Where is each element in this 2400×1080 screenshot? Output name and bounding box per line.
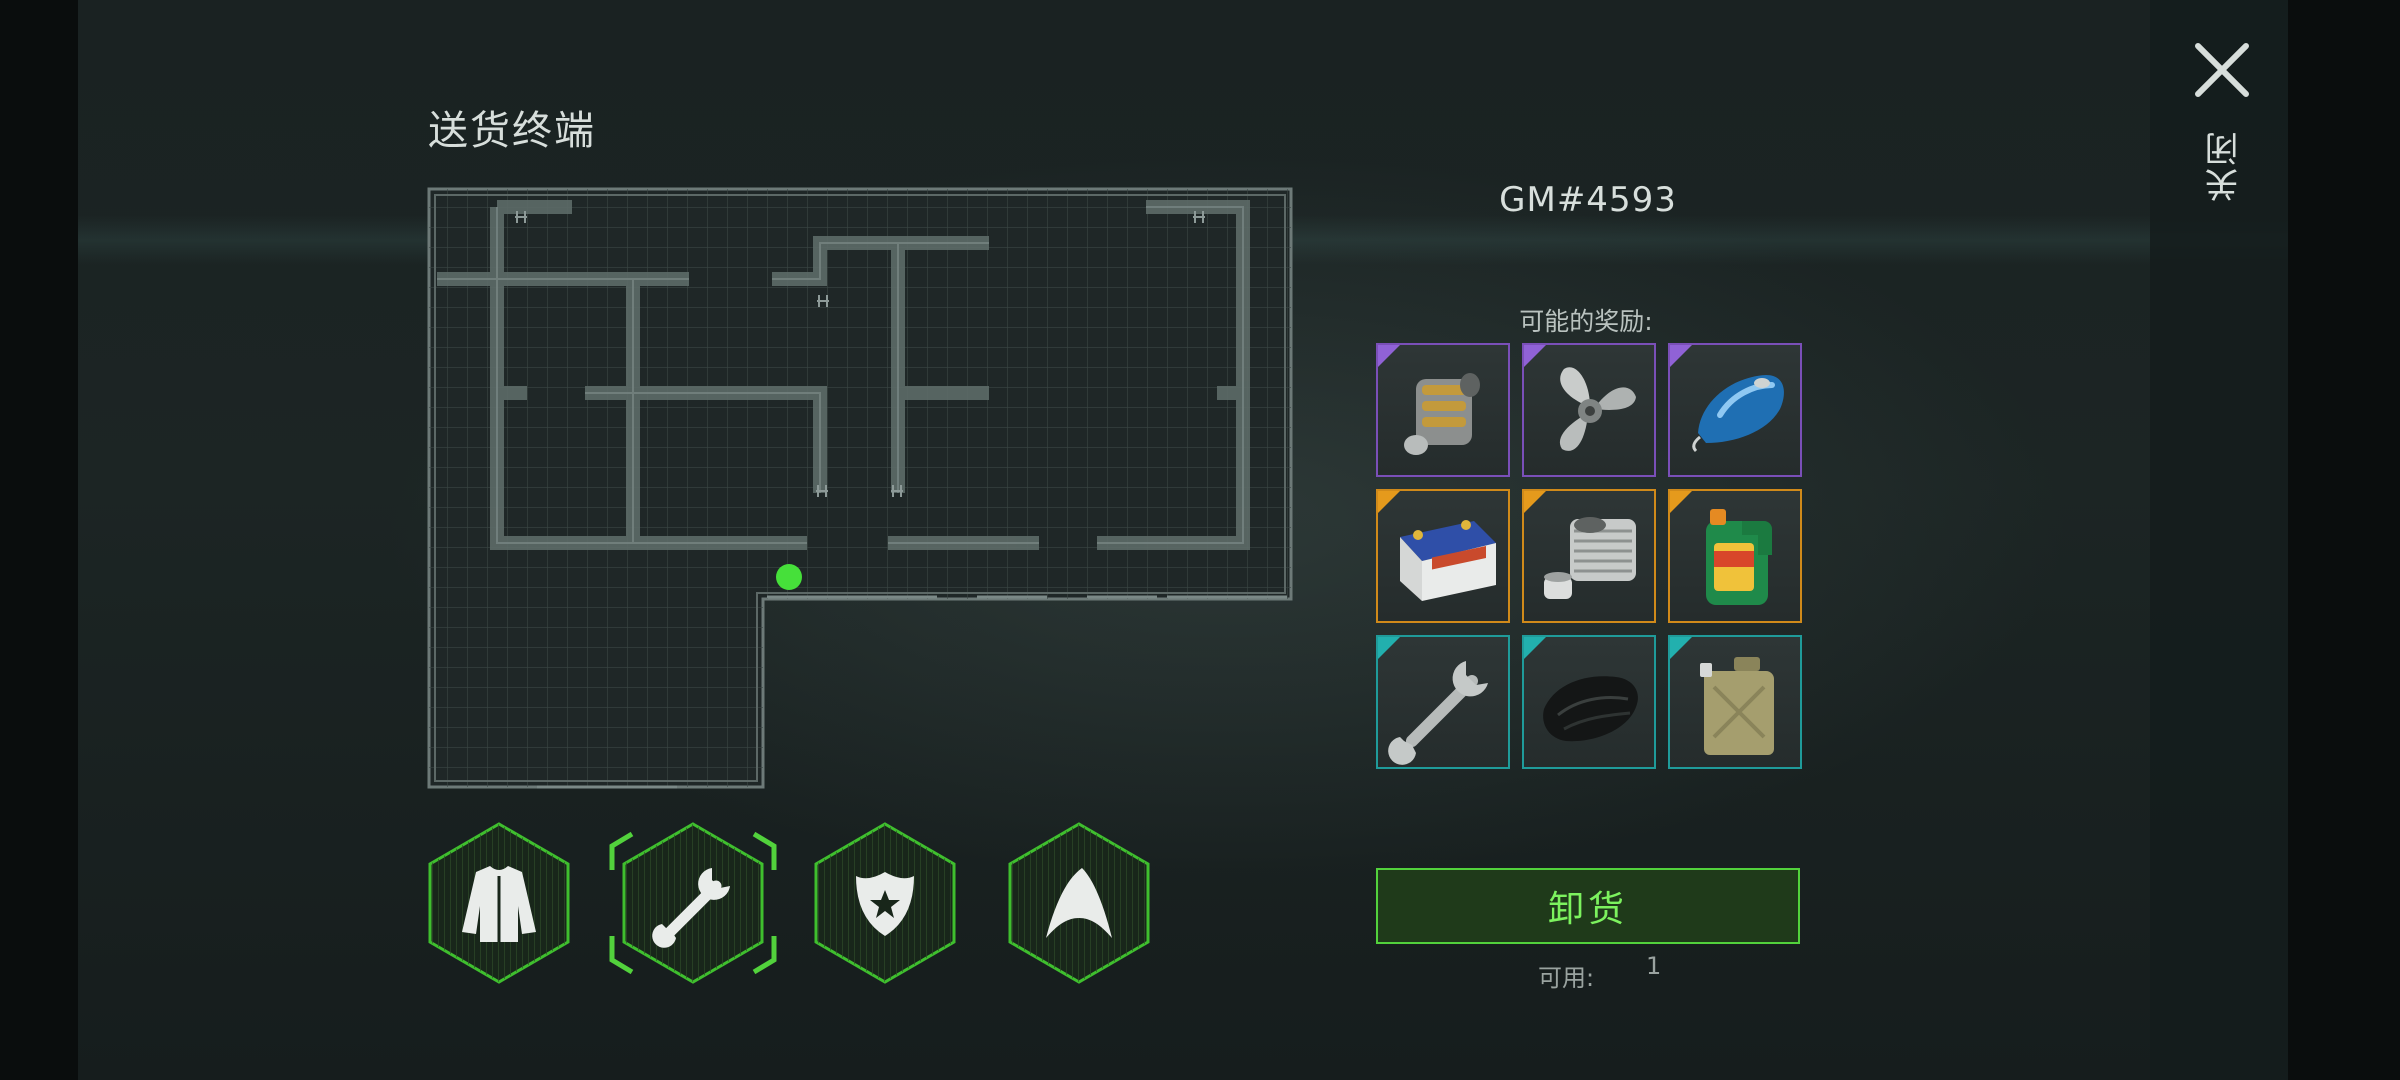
jerrycan-icon (1700, 657, 1774, 755)
reward-tile-engine-cylinder[interactable] (1522, 489, 1656, 623)
reward-tile-rag[interactable] (1522, 635, 1656, 769)
floor-map-svg (427, 187, 1293, 789)
fuel-tank-icon (1692, 375, 1784, 453)
camshaft-icon (1404, 373, 1480, 455)
reward-tile-fuel-tank[interactable] (1668, 343, 1802, 477)
reward-tile-propeller[interactable] (1522, 343, 1656, 477)
reward-tile-camshaft[interactable] (1376, 343, 1510, 477)
reward-grid (1376, 343, 1802, 769)
close-label[interactable]: 关闭 (2200, 130, 2245, 202)
floor-map (427, 187, 1293, 789)
reward-tile-jerrycan[interactable] (1668, 635, 1802, 769)
reward-tile-car-battery[interactable] (1376, 489, 1510, 623)
close-icon[interactable] (2192, 40, 2252, 100)
engine-cylinder-icon (1544, 517, 1636, 599)
car-battery-icon (1400, 520, 1496, 601)
selection-brackets (609, 831, 777, 975)
reward-tile-wrench[interactable] (1376, 635, 1510, 769)
player-marker (776, 564, 802, 590)
category-jacket-button[interactable] (426, 820, 572, 986)
available-count: 1 (1646, 952, 1662, 980)
category-police-button[interactable] (812, 820, 958, 986)
order-id: GM#4593 (1499, 180, 1677, 220)
motor-oil-icon (1706, 509, 1772, 605)
reward-tile-motor-oil[interactable] (1668, 489, 1802, 623)
shark-fin-icon (1046, 868, 1112, 938)
category-shark-button[interactable] (1006, 820, 1152, 986)
jacket-icon (462, 866, 536, 942)
wrench-item-icon (1388, 661, 1488, 765)
rag-icon (1543, 676, 1638, 742)
page-title: 送货终端 (428, 108, 596, 154)
unload-button[interactable]: 卸货 (1376, 868, 1800, 944)
propeller-icon (1559, 367, 1636, 451)
rewards-label: 可能的奖励: (1519, 307, 1653, 336)
police-badge-icon (856, 872, 914, 936)
available-label: 可用: (1538, 964, 1595, 992)
